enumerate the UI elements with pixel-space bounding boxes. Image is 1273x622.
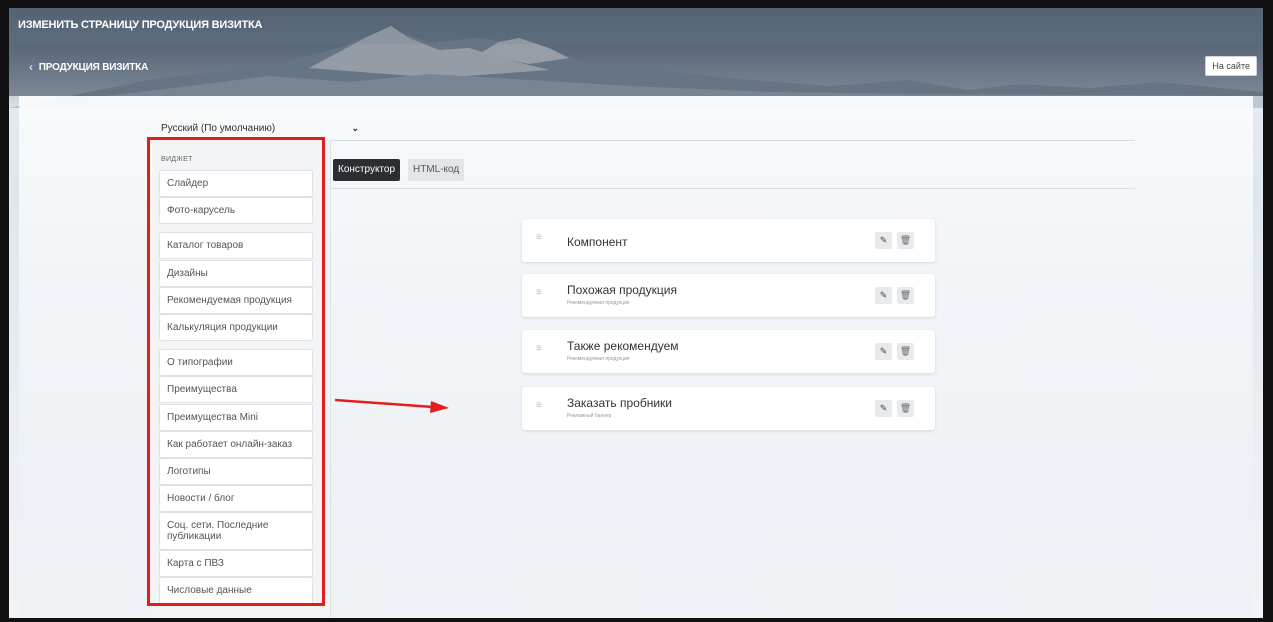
component-subtitle: Рекламный баннер [567,413,612,419]
trash-icon[interactable]: 🗑 [897,232,914,249]
component-title: Компонент [567,235,628,249]
component-subtitle: Рекомендуемая продукция [567,356,630,362]
widget-item[interactable]: Каталог товаров [159,232,313,259]
tab-constructor[interactable]: Конструктор [333,159,401,181]
chevron-left-icon: ‹ [29,60,33,74]
pencil-icon[interactable]: ✎ [875,232,892,249]
sub-header [9,44,1263,96]
widget-item[interactable]: Слайдер [159,170,313,197]
divider [323,188,1135,189]
component-card[interactable]: ≡ Заказать пробники Рекламный баннер ✎ 🗑 [522,387,935,430]
widget-sidebar: ВИДЖЕТ Слайдер Фото-карусель Каталог тов… [151,140,331,618]
component-card[interactable]: ≡ Также рекомендуем Рекомендуемая продук… [522,330,935,373]
drag-handle-icon[interactable]: ≡ [536,343,542,354]
component-card[interactable]: ≡ Компонент ✎ 🗑 [522,219,935,262]
widget-item[interactable]: Дизайны [159,260,313,287]
language-select-value: Русский (По умолчанию) [161,122,276,134]
back-link-label: ПРОДУКЦИЯ ВИЗИТКА [38,61,149,73]
component-title: Похожая продукция [567,283,678,297]
component-title: Заказать пробники [567,396,672,410]
widget-item[interactable]: Калькуляция продукции [159,314,313,341]
sidebar-heading: ВИДЖЕТ [161,156,193,163]
chevron-down-icon: ⌄ [351,122,359,133]
widget-item[interactable]: Как работает онлайн-заказ [159,431,313,458]
page-title: ИЗМЕНИТЬ СТРАНИЦУ ПРОДУКЦИЯ ВИЗИТКА [9,8,1263,44]
annotation-arrow-icon [334,398,449,413]
widget-item[interactable]: Карта с ПВЗ [159,550,313,577]
view-on-site-button[interactable]: На сайте [1205,56,1257,76]
pencil-icon[interactable]: ✎ [875,287,892,304]
pencil-icon[interactable]: ✎ [875,343,892,360]
header-banner: ИЗМЕНИТЬ СТРАНИЦУ ПРОДУКЦИЯ ВИЗИТКА ‹ ПР… [9,8,1263,108]
drag-handle-icon[interactable]: ≡ [536,287,542,298]
widget-item[interactable]: Числовые данные [159,577,313,604]
component-title: Также рекомендуем [567,339,679,353]
widget-item[interactable]: О типографии [159,349,313,376]
widget-item[interactable]: Логотипы [159,458,313,485]
tab-html-code[interactable]: HTML-код [408,159,465,181]
back-link[interactable]: ‹ ПРОДУКЦИЯ ВИЗИТКА [29,60,148,74]
pencil-icon[interactable]: ✎ [875,400,892,417]
drag-handle-icon[interactable]: ≡ [536,232,542,243]
widget-item[interactable]: Фото-карусель [159,197,313,224]
language-select[interactable]: Русский (По умолчанию) ⌄ [155,116,365,140]
component-subtitle: Рекомендуемая продукция [567,300,630,306]
trash-icon[interactable]: 🗑 [897,400,914,417]
trash-icon[interactable]: 🗑 [897,287,914,304]
drag-handle-icon[interactable]: ≡ [536,400,542,411]
editor-content: Русский (По умолчанию) ⌄ ВИДЖЕТ Слайдер … [19,96,1253,618]
widget-item[interactable]: Новости / блог [159,485,313,512]
trash-icon[interactable]: 🗑 [897,343,914,360]
component-card[interactable]: ≡ Похожая продукция Рекомендуемая продук… [522,274,935,317]
app-window: ИЗМЕНИТЬ СТРАНИЦУ ПРОДУКЦИЯ ВИЗИТКА ‹ ПР… [9,8,1263,618]
widget-item[interactable]: Соц. сети. Последние публикации [159,512,313,550]
widget-item[interactable]: Преимущества Mini [159,404,313,431]
widget-item[interactable]: Преимущества [159,376,313,403]
widget-item[interactable]: Рекомендуемая продукция [159,287,313,314]
